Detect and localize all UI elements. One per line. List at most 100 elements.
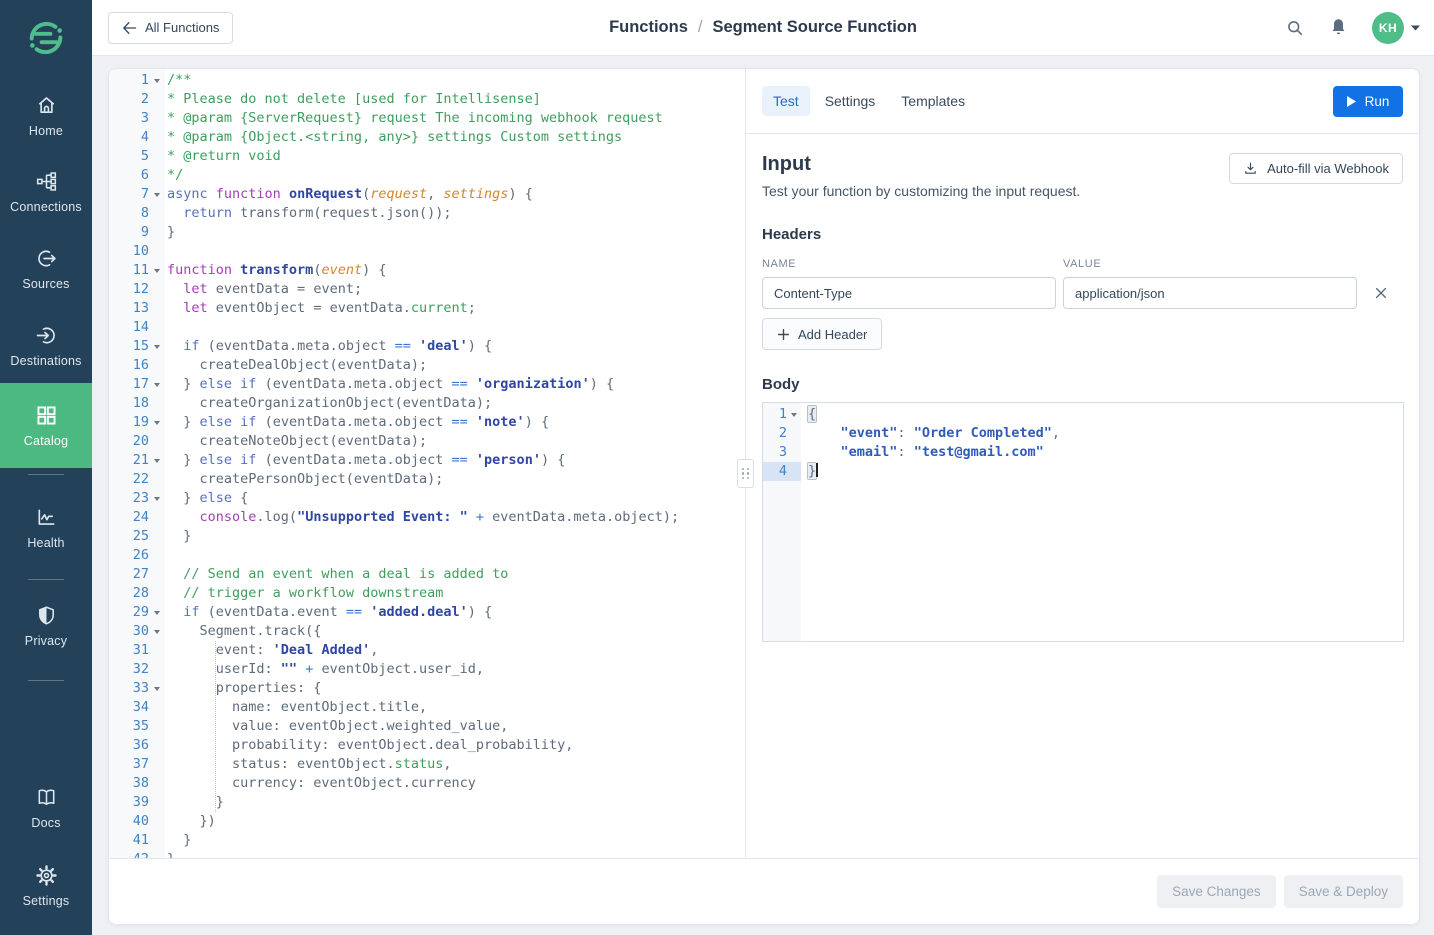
code-line[interactable]: 32 userId: "" + eventObject.user_id, (109, 660, 745, 679)
fold-toggle-icon[interactable] (149, 337, 165, 356)
fold-spacer (149, 147, 165, 166)
code-line[interactable]: 1 { (763, 405, 1403, 424)
sidebar-item-destinations[interactable]: Destinations (0, 324, 92, 368)
line-number: 12 (109, 280, 149, 299)
code-line[interactable]: 30 Segment.track({ (109, 622, 745, 641)
code-line[interactable]: 18 createOrganizationObject(eventData); (109, 394, 745, 413)
code-line[interactable]: 33 properties: { (109, 679, 745, 698)
sidebar-item-settings[interactable]: Settings (0, 864, 92, 908)
code-line[interactable]: 24 console.log("Unsupported Event: " + e… (109, 508, 745, 527)
code-line[interactable]: 31 event: 'Deal Added', (109, 641, 745, 660)
tab-settings[interactable]: Settings (814, 86, 887, 116)
code-line[interactable]: 1 /** (109, 71, 745, 90)
remove-header-button[interactable] (1374, 286, 1388, 300)
sidebar-item-catalog[interactable]: Catalog (0, 383, 92, 468)
breadcrumb-functions[interactable]: Functions (609, 18, 688, 37)
fold-toggle-icon[interactable] (149, 261, 165, 280)
code-line[interactable]: 7 async function onRequest(request, sett… (109, 185, 745, 204)
code-line[interactable]: 38 currency: eventObject.currency (109, 774, 745, 793)
user-menu[interactable]: KH (1372, 12, 1420, 44)
code-line[interactable]: 23 } else { (109, 489, 745, 508)
code-line[interactable]: 36 probability: eventObject.deal_probabi… (109, 736, 745, 755)
catalog-icon (35, 404, 58, 427)
code-line[interactable]: 35 value: eventObject.weighted_value, (109, 717, 745, 736)
code-line[interactable]: 28 // trigger a workflow downstream (109, 584, 745, 603)
code-line[interactable]: 41 } (109, 831, 745, 850)
sidebar-item-privacy[interactable]: Privacy (0, 604, 92, 648)
body-json-editor[interactable]: 1 {2 "event": "Order Completed",3 "email… (762, 402, 1404, 642)
fold-spacer (149, 394, 165, 413)
code-line[interactable]: 5 * @return void (109, 147, 745, 166)
code-line[interactable]: 6 */ (109, 166, 745, 185)
all-functions-back-button[interactable]: All Functions (108, 12, 233, 44)
headers-section-title: Headers (762, 226, 1403, 243)
line-number: 19 (109, 413, 149, 432)
fold-toggle-icon[interactable] (149, 679, 165, 698)
run-button[interactable]: Run (1333, 86, 1403, 117)
code-line[interactable]: 3 * @param {ServerRequest} request The i… (109, 109, 745, 128)
tab-templates[interactable]: Templates (890, 86, 976, 116)
code-line[interactable]: 2 * Please do not delete [used for Intel… (109, 90, 745, 109)
code-line[interactable]: 19 } else if (eventData.meta.object == '… (109, 413, 745, 432)
code-line[interactable]: 27 // Send an event when a deal is added… (109, 565, 745, 584)
editor-footer: Save Changes Save & Deploy (109, 858, 1419, 924)
fold-toggle-icon[interactable] (149, 375, 165, 394)
fold-toggle-icon[interactable] (149, 185, 165, 204)
code-line[interactable]: 34 name: eventObject.title, (109, 698, 745, 717)
save-changes-button[interactable]: Save Changes (1157, 875, 1276, 908)
save-deploy-button[interactable]: Save & Deploy (1284, 875, 1403, 908)
notifications-bell-icon[interactable] (1329, 17, 1348, 38)
fold-toggle-icon[interactable] (149, 71, 165, 90)
code-line[interactable]: 37 status: eventObject.status, (109, 755, 745, 774)
code-line[interactable]: 29 if (eventData.event == 'added.deal') … (109, 603, 745, 622)
sidebar-item-docs[interactable]: Docs (0, 786, 92, 830)
code-line[interactable]: 40 }) (109, 812, 745, 831)
code-editor[interactable]: 1 /**2 * Please do not delete [used for … (109, 69, 745, 860)
sidebar-item-connections[interactable]: Connections (0, 170, 92, 214)
code-line[interactable]: 10 (109, 242, 745, 261)
search-icon[interactable] (1285, 18, 1305, 38)
line-number: 38 (109, 774, 149, 793)
code-line[interactable]: 8 return transform(request.json()); (109, 204, 745, 223)
avatar[interactable]: KH (1372, 12, 1404, 44)
fold-spacer (149, 698, 165, 717)
code-line[interactable]: 22 createPersonObject(eventData); (109, 470, 745, 489)
code-line[interactable]: 15 if (eventData.meta.object == 'deal') … (109, 337, 745, 356)
code-line[interactable]: 20 createNoteObject(eventData); (109, 432, 745, 451)
header-value-input[interactable] (1063, 277, 1357, 309)
code-line[interactable]: 11 function transform(event) { (109, 261, 745, 280)
code-line[interactable]: 4 } (763, 462, 1403, 481)
sidebar-item-sources[interactable]: Sources (0, 247, 92, 291)
sidebar-item-health[interactable]: Health (0, 506, 92, 550)
code-line[interactable]: 13 let eventObject = eventData.current; (109, 299, 745, 318)
autofill-webhook-button[interactable]: Auto-fill via Webhook (1229, 153, 1403, 184)
code-line[interactable]: 17 } else if (eventData.meta.object == '… (109, 375, 745, 394)
fold-spacer (149, 660, 165, 679)
code-line[interactable]: 12 let eventData = event; (109, 280, 745, 299)
fold-toggle-icon[interactable] (787, 405, 801, 424)
code-line[interactable]: 39 } (109, 793, 745, 812)
fold-toggle-icon[interactable] (149, 603, 165, 622)
breadcrumb-current: Segment Source Function (712, 18, 916, 37)
add-header-button[interactable]: Add Header (762, 318, 882, 350)
fold-spacer (149, 774, 165, 793)
code-line[interactable]: 9 } (109, 223, 745, 242)
code-line[interactable]: 4 * @param {Object.<string, any>} settin… (109, 128, 745, 147)
sidebar-item-home[interactable]: Home (0, 94, 92, 138)
code-line[interactable]: 26 (109, 546, 745, 565)
header-name-label: NAME (762, 258, 1063, 270)
code-line[interactable]: 21 } else if (eventData.meta.object == '… (109, 451, 745, 470)
fold-spacer (787, 462, 801, 481)
fold-toggle-icon[interactable] (149, 451, 165, 470)
tab-test[interactable]: Test (762, 86, 810, 116)
code-line[interactable]: 25 } (109, 527, 745, 546)
code-line[interactable]: 14 (109, 318, 745, 337)
code-line[interactable]: 3 "email": "test@gmail.com" (763, 443, 1403, 462)
header-name-input[interactable] (762, 277, 1056, 309)
segment-logo-icon[interactable] (0, 16, 92, 60)
fold-toggle-icon[interactable] (149, 489, 165, 508)
fold-toggle-icon[interactable] (149, 413, 165, 432)
code-line[interactable]: 16 createDealObject(eventData); (109, 356, 745, 375)
fold-toggle-icon[interactable] (149, 622, 165, 641)
code-line[interactable]: 2 "event": "Order Completed", (763, 424, 1403, 443)
